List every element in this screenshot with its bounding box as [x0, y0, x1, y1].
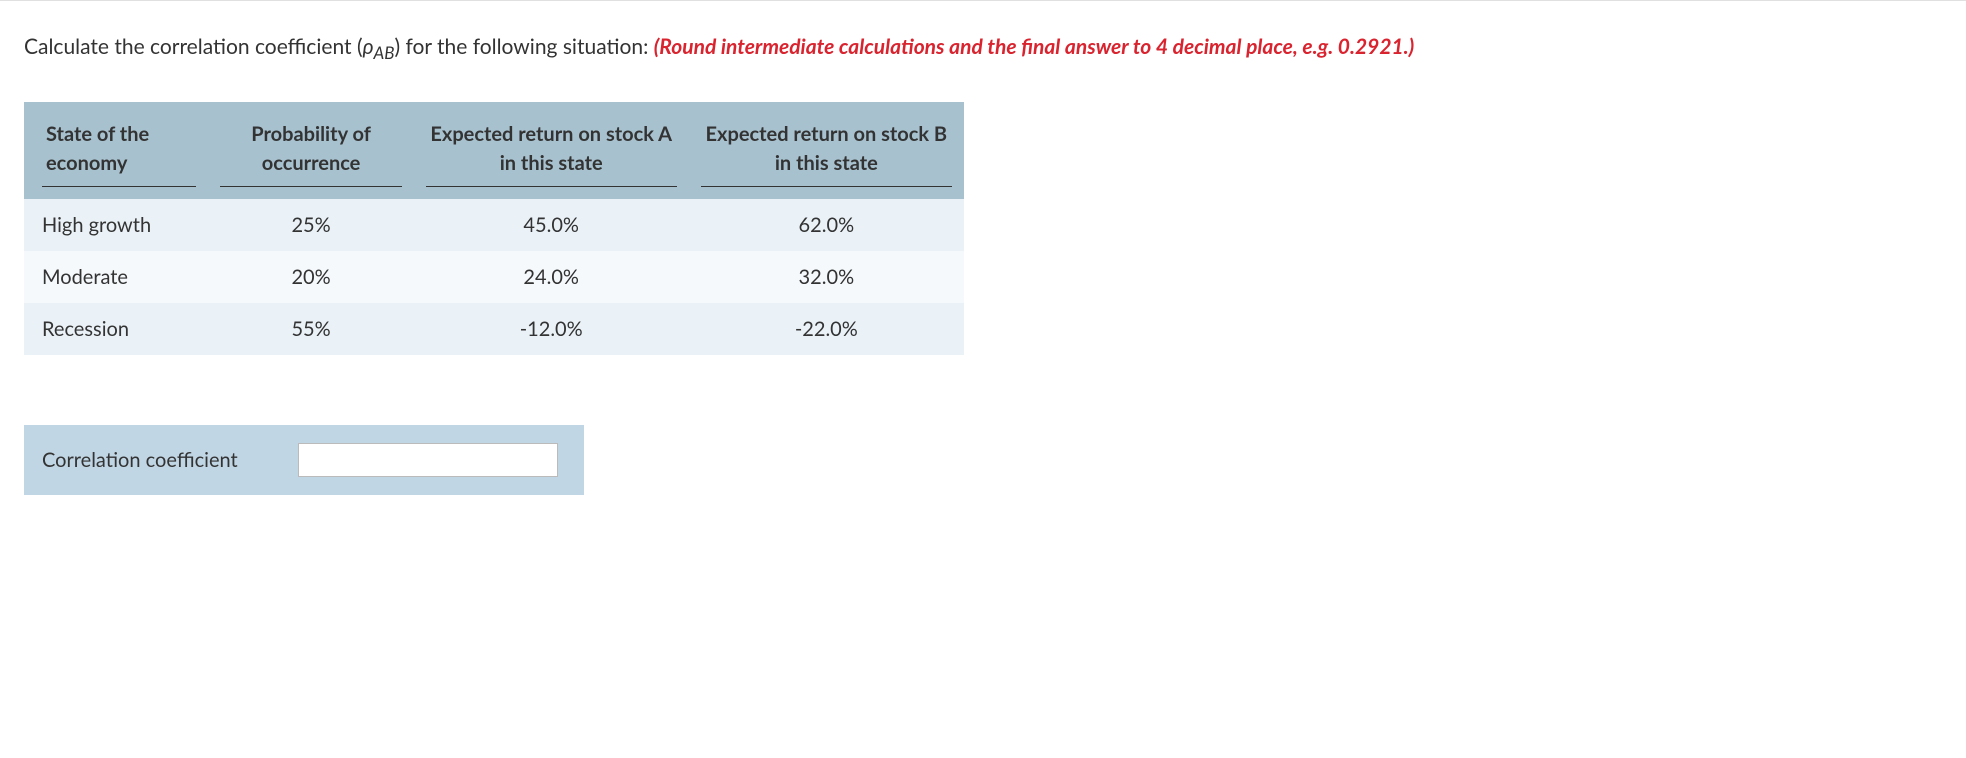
cell-return-a: -12.0%: [414, 303, 689, 355]
cell-return-a: 24.0%: [414, 251, 689, 303]
cell-return-a: 45.0%: [414, 199, 689, 251]
cell-probability: 25%: [208, 199, 413, 251]
table-row: Moderate 20% 24.0% 32.0%: [24, 251, 964, 303]
col-header-probability: Probability of occurrence: [208, 102, 413, 199]
table-row: High growth 25% 45.0% 62.0%: [24, 199, 964, 251]
cell-probability: 20%: [208, 251, 413, 303]
prompt-highlight: (Round intermediate calculations and the…: [654, 34, 1415, 59]
question-container: Calculate the correlation coefficient (ρ…: [0, 1, 1966, 525]
prompt-text-post: ) for the following situation:: [395, 34, 654, 59]
cell-state: Moderate: [24, 251, 208, 303]
data-table: State of the economy Probability of occu…: [24, 102, 964, 355]
cell-return-b: 62.0%: [689, 199, 964, 251]
rho-symbol: ρ: [363, 34, 374, 59]
correlation-coefficient-input[interactable]: [298, 443, 558, 477]
col-header-return-a: Expected return on stock A in this state: [414, 102, 689, 199]
col-header-return-b: Expected return on stock B in this state: [689, 102, 964, 199]
col-header-state: State of the economy: [24, 102, 208, 199]
table-row: Recession 55% -12.0% -22.0%: [24, 303, 964, 355]
cell-probability: 55%: [208, 303, 413, 355]
cell-state: Recession: [24, 303, 208, 355]
table-header-row: State of the economy Probability of occu…: [24, 102, 964, 199]
answer-box: Correlation coefficient: [24, 425, 584, 495]
rho-subscript: AB: [374, 42, 395, 63]
answer-label: Correlation coefficient: [42, 448, 238, 472]
cell-state: High growth: [24, 199, 208, 251]
question-prompt: Calculate the correlation coefficient (ρ…: [24, 31, 1942, 66]
cell-return-b: -22.0%: [689, 303, 964, 355]
cell-return-b: 32.0%: [689, 251, 964, 303]
prompt-text-pre: Calculate the correlation coefficient (: [24, 34, 363, 59]
